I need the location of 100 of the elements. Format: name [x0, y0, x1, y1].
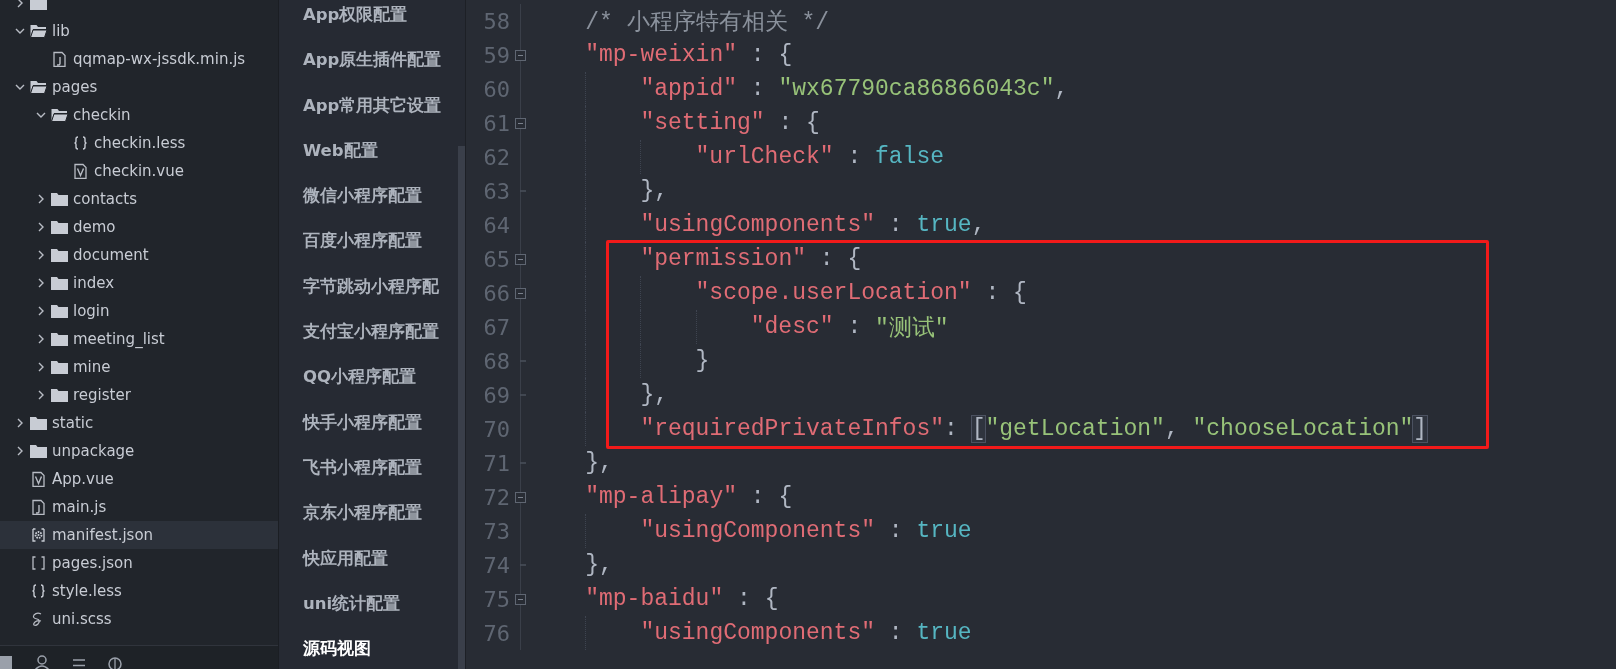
code-line: }, [584, 449, 613, 478]
line-number: 61 [482, 110, 510, 136]
fold-icon [514, 117, 526, 129]
line-number: 69 [482, 382, 510, 408]
nav-item[interactable]: QQ小程序配置 [303, 366, 417, 412]
code-line: }, [530, 378, 668, 412]
line-number: 73 [482, 518, 510, 544]
nav-item[interactable]: 百度小程序配置 [303, 230, 422, 276]
scrollbar-thumb[interactable] [458, 146, 465, 669]
code-line: "permission" : { [530, 242, 862, 276]
list-icon [72, 659, 86, 667]
folder-icon [51, 388, 68, 402]
line-number: 62 [482, 144, 510, 170]
line-number: 58 [482, 8, 510, 34]
chevron-right-icon [36, 222, 46, 232]
code-line: "setting" : { [530, 106, 820, 140]
gear-file-icon [30, 527, 47, 543]
file-item[interactable]: pages.json [0, 549, 278, 577]
folder-item[interactable]: lib [0, 17, 278, 45]
brackets-icon [30, 555, 47, 571]
nav-item[interactable]: 源码视图 [303, 638, 371, 669]
folder-item[interactable]: meeting_list [0, 325, 278, 353]
folder-icon [51, 304, 68, 318]
line-number: 71 [482, 450, 510, 476]
js-file-icon [51, 51, 68, 67]
folder-item[interactable]: static [0, 409, 278, 437]
nav-item[interactable]: App权限配置 [303, 4, 408, 50]
nav-item[interactable]: App原生插件配置 [303, 49, 442, 95]
chevron-right-icon [36, 250, 46, 260]
braces-icon [30, 583, 47, 599]
folder-icon [30, 24, 47, 38]
folder-icon [30, 444, 47, 458]
line-number: 63 [482, 178, 510, 204]
folder-icon [51, 276, 68, 290]
code-line: }, [584, 551, 613, 580]
chevron-down-icon [36, 110, 46, 120]
nav-item[interactable]: 京东小程序配置 [303, 502, 422, 548]
folder-item[interactable]: contacts [0, 185, 278, 213]
file-item[interactable]: checkin.vue [0, 157, 278, 185]
nav-item[interactable]: 字节跳动小程序配 [303, 275, 439, 322]
fold-icon [514, 253, 526, 265]
line-number: 66 [482, 280, 510, 306]
chevron-right-icon [36, 362, 46, 372]
nav-item[interactable]: 快手小程序配置 [303, 411, 422, 457]
line-number: 68 [482, 348, 510, 374]
folder-item[interactable]: document [0, 241, 278, 269]
folder-item[interactable]: index [0, 269, 278, 297]
file-item[interactable]: checkin.less [0, 129, 278, 157]
vue-file-icon [30, 471, 47, 487]
folder-icon [51, 248, 68, 262]
file-item[interactable]: manifest.json [0, 521, 278, 549]
folder-icon [30, 80, 47, 94]
folder-item[interactable]: mine [0, 353, 278, 381]
file-item[interactable]: qqmap-wx-jssdk.min.js [0, 45, 278, 73]
person-icon [34, 652, 50, 669]
code-line: "mp-baidu" : { [584, 585, 779, 614]
code-line: "appid" : "wx67790ca86866043c", [530, 72, 1069, 106]
fold-icon [514, 287, 526, 299]
code-line: "usingComponents" : true [530, 616, 972, 650]
file-item[interactable]: style.less [0, 577, 278, 605]
code-line: "requiredPrivateInfos": ["getLocation", "chooseLocation"] [530, 412, 1428, 446]
fold-icon [514, 491, 526, 503]
folder-item[interactable]: unpackage [0, 437, 278, 465]
nav-item[interactable]: 支付宝小程序配置 [303, 321, 439, 367]
folder-item[interactable]: demo [0, 213, 278, 241]
chevron-right-icon [36, 334, 46, 344]
code-line: "scope.userLocation" : { [530, 276, 1027, 310]
folder-item[interactable]: pages [0, 73, 278, 101]
chevron-right-icon [36, 306, 46, 316]
nav-item[interactable]: uni统计配置 [303, 592, 401, 639]
line-number: 65 [482, 246, 510, 272]
braces-icon [72, 135, 89, 151]
nav-item[interactable]: 快应用配置 [303, 547, 388, 593]
folder-item[interactable]: checkin [0, 101, 278, 129]
chevron-down-icon [15, 26, 25, 36]
code-line: "usingComponents" : true, [530, 208, 986, 242]
chevron-right-icon [15, 446, 25, 456]
nav-item[interactable]: Web配置 [303, 139, 378, 186]
file-item[interactable]: main.js [0, 493, 278, 521]
folder-icon [51, 220, 68, 234]
nav-item[interactable]: App常用其它设置 [303, 94, 442, 140]
folder-icon [30, 416, 47, 430]
nav-item[interactable]: 微信小程序配置 [303, 185, 422, 231]
code-line: "mp-weixin" : { [584, 41, 793, 70]
folder-icon [51, 108, 68, 122]
line-number: 59 [482, 42, 510, 68]
line-number: 60 [482, 76, 510, 102]
folder-icon [51, 360, 68, 374]
folder-icon [51, 192, 68, 206]
fold-icon [514, 49, 526, 61]
nav-item[interactable]: 飞书小程序配置 [303, 456, 422, 503]
folder-item[interactable]: register [0, 381, 278, 409]
chevron-right-icon [36, 278, 46, 288]
file-item[interactable]: uni.scss [0, 605, 278, 633]
code-line: "mp-alipay" : { [584, 483, 793, 512]
file-item[interactable]: App.vue [0, 465, 278, 493]
code-line: "urlCheck" : false [530, 140, 945, 174]
line-number: 64 [482, 212, 510, 238]
folder-item[interactable]: login [0, 297, 278, 325]
line-number: 76 [482, 620, 510, 646]
